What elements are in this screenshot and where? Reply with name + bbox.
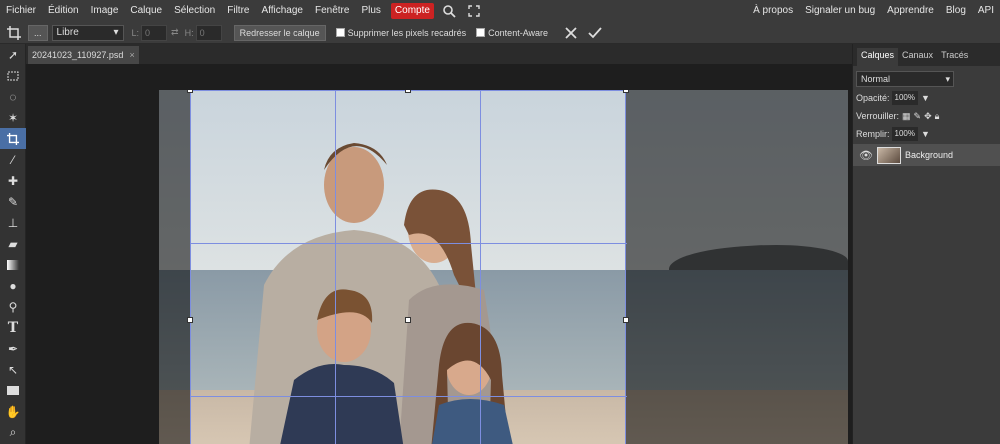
panel-tabs: Calques Canaux Tracés <box>853 44 1000 66</box>
menu-fichier[interactable]: Fichier <box>0 0 42 22</box>
crop-handle-tc[interactable] <box>405 90 411 93</box>
blur-tool-icon[interactable]: ● <box>0 275 26 296</box>
path-select-tool-icon[interactable]: ↖ <box>0 359 26 380</box>
crop-box[interactable] <box>190 90 627 444</box>
gradient-tool-icon[interactable] <box>0 254 26 275</box>
magic-wand-tool-icon[interactable]: ✶ <box>0 107 26 128</box>
options-bar: ... Libre L: 0 ⇄ H: 0 Redresser le calqu… <box>0 22 1000 44</box>
lock-paint-icon[interactable]: ✎ <box>914 111 922 122</box>
crop-handle-tl[interactable] <box>187 90 193 93</box>
lock-move-icon[interactable]: ✥ <box>924 111 932 122</box>
menu-selection[interactable]: Sélection <box>168 0 221 22</box>
image-canvas[interactable] <box>159 90 848 444</box>
menu-report-bug[interactable]: Signaler un bug <box>799 0 881 22</box>
fullscreen-icon[interactable] <box>465 2 483 20</box>
lock-transparency-icon[interactable]: ▦ <box>902 111 911 122</box>
eye-icon[interactable]: 👁︎ <box>859 149 873 162</box>
dodge-tool-icon[interactable]: ⚲ <box>0 296 26 317</box>
document-tab[interactable]: 20241023_110927.psd × <box>28 46 139 64</box>
lock-all-icon[interactable]: 🔒︎ <box>935 111 940 122</box>
layer-name: Background <box>904 150 954 160</box>
chevron-down-icon[interactable]: ▼ <box>921 129 930 139</box>
fill-label: Remplir: <box>856 129 890 139</box>
opacity-input[interactable]: 100% <box>891 91 918 105</box>
crop-tool-icon <box>0 22 28 44</box>
lasso-tool-icon[interactable]: ◌ <box>0 86 26 107</box>
layer-thumbnail <box>876 146 901 164</box>
opacity-row: Opacité: 100% ▼ <box>856 91 1000 105</box>
height-label: H: <box>184 27 194 38</box>
crop-guide-h2 <box>191 396 627 397</box>
hand-tool-icon[interactable]: ✋ <box>0 401 26 422</box>
chevron-down-icon[interactable]: ▼ <box>921 93 930 103</box>
menu-plus[interactable]: Plus <box>355 0 386 22</box>
move-tool-icon[interactable]: ➚ <box>0 44 26 65</box>
menu-affichage[interactable]: Affichage <box>255 0 309 22</box>
more-options-button[interactable]: ... <box>28 24 48 41</box>
content-aware-label: Content-Aware <box>488 27 549 38</box>
width-label: L: <box>131 27 140 38</box>
crop-tool-icon[interactable] <box>0 128 26 149</box>
menu-bar: Fichier Édition Image Calque Sélection F… <box>0 0 1000 22</box>
menu-edition[interactable]: Édition <box>42 0 85 22</box>
tools-panel: ➚ ◌ ✶ ⁄ ✚ ✎ ⊥ ▰ ● ⚲ T ✒ ↖ ✋ ⌕ <box>0 44 26 444</box>
crop-shade-right <box>626 90 848 444</box>
fill-row: Remplir: 100% ▼ <box>856 127 1000 141</box>
menu-about[interactable]: À propos <box>747 0 799 22</box>
swap-icon[interactable]: ⇄ <box>171 27 179 38</box>
brush-tool-icon[interactable]: ✎ <box>0 191 26 212</box>
menu-api[interactable]: API <box>972 0 1000 22</box>
workspace <box>26 64 852 444</box>
close-icon[interactable]: × <box>129 46 134 64</box>
confirm-crop-icon[interactable] <box>586 24 604 42</box>
crop-guide-v1 <box>335 91 336 444</box>
menu-fenetre[interactable]: Fenêtre <box>309 0 355 22</box>
clone-stamp-tool-icon[interactable]: ⊥ <box>0 212 26 233</box>
cancel-crop-icon[interactable] <box>562 24 580 42</box>
document-tab-title: 20241023_110927.psd <box>32 50 124 60</box>
width-input[interactable]: 0 <box>141 24 168 41</box>
pen-tool-icon[interactable]: ✒ <box>0 338 26 359</box>
menu-blog[interactable]: Blog <box>940 0 972 22</box>
shape-tool-icon[interactable] <box>0 380 26 401</box>
delete-cropped-pixels-label: Supprimer les pixels recadrés <box>347 27 467 38</box>
menu-learn[interactable]: Apprendre <box>881 0 940 22</box>
height-input[interactable]: 0 <box>195 24 222 41</box>
tab-layers[interactable]: Calques <box>857 48 899 66</box>
search-icon[interactable] <box>441 2 459 20</box>
healing-tool-icon[interactable]: ✚ <box>0 170 26 191</box>
blend-mode-select[interactable]: Normal <box>856 71 954 87</box>
crop-guide-h1 <box>191 243 627 244</box>
crop-handle-tr[interactable] <box>623 90 629 93</box>
content-aware-checkbox[interactable] <box>476 28 486 37</box>
ratio-select[interactable]: Libre <box>51 24 124 41</box>
opacity-label: Opacité: <box>856 93 890 103</box>
document-tab-bar: 20241023_110927.psd × <box>26 44 852 64</box>
type-tool-icon[interactable]: T <box>0 317 26 338</box>
layers-panel: Calques Canaux Tracés Normal Opacité: 10… <box>852 44 1000 444</box>
account-button[interactable]: Compte <box>390 3 434 19</box>
crop-guide-v2 <box>480 91 481 444</box>
menu-filtre[interactable]: Filtre <box>221 0 255 22</box>
menu-image[interactable]: Image <box>85 0 125 22</box>
straighten-layer-button[interactable]: Redresser le calque <box>233 24 326 41</box>
crop-handle-ml[interactable] <box>187 317 193 323</box>
crop-shade-left <box>159 90 190 444</box>
layer-row[interactable]: 👁︎ Background <box>853 144 1000 166</box>
crop-handle-mr[interactable] <box>623 317 629 323</box>
marquee-tool-icon[interactable] <box>0 65 26 86</box>
fill-input[interactable]: 100% <box>891 127 918 141</box>
lock-row: Verrouiller: ▦ ✎ ✥ 🔒︎ <box>856 109 1000 123</box>
crop-handle-mc[interactable] <box>405 317 411 323</box>
zoom-tool-icon[interactable]: ⌕ <box>0 422 26 443</box>
eraser-tool-icon[interactable]: ▰ <box>0 233 26 254</box>
tab-channels[interactable]: Canaux <box>898 48 937 66</box>
tab-paths[interactable]: Tracés <box>937 48 972 66</box>
lock-label: Verrouiller: <box>856 111 900 121</box>
menu-calque[interactable]: Calque <box>124 0 168 22</box>
menu-right-links: À propos Signaler un bug Apprendre Blog … <box>747 0 1000 22</box>
eyedropper-tool-icon[interactable]: ⁄ <box>0 149 26 170</box>
delete-cropped-pixels-checkbox[interactable] <box>335 28 345 37</box>
